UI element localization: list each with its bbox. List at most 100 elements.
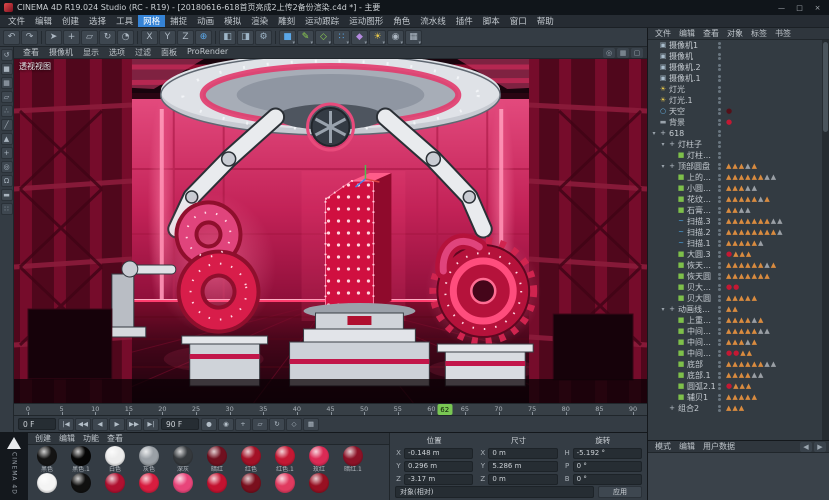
object-name[interactable]: 灯柱子 (677, 139, 716, 150)
expand-arrow-icon[interactable]: ▾ (659, 163, 667, 170)
visibility-dots[interactable] (718, 75, 724, 82)
object-row[interactable]: ~扫描.2▲▲▲▲▲▲▲▲▲ (648, 227, 821, 238)
object-row[interactable]: ■花纹中圆圈2.1▲▲▲▲▲▲▲ (648, 194, 821, 205)
material-tag-icon[interactable]: ● (726, 251, 732, 258)
visibility-dots[interactable] (718, 361, 724, 368)
material-item[interactable]: 暗红.1 (336, 446, 370, 473)
visibility-dots[interactable] (718, 229, 724, 236)
visibility-dots[interactable] (718, 306, 724, 313)
texture-tag-icon[interactable]: ▲ (745, 174, 750, 181)
move-tool-icon[interactable]: + (63, 30, 80, 45)
object-name[interactable]: 摄像机.2 (668, 62, 716, 73)
object-row[interactable]: ▣摄像机.2 (648, 62, 821, 73)
texture-tag-icon[interactable]: ▲ (732, 196, 737, 203)
visibility-dot-top[interactable] (718, 196, 721, 199)
object-row[interactable]: ■恢天圆▲▲▲▲▲▲▲ (648, 271, 821, 282)
rotation-h-field[interactable]: -5.192 ° (573, 448, 642, 459)
visibility-dot-bottom[interactable] (718, 90, 721, 93)
object-row[interactable]: ■中间升级圆圈▲▲▲▲▲▲▲ (648, 326, 821, 337)
object-menu-对象[interactable]: 对象 (723, 28, 747, 39)
texture-tag-icon[interactable]: ▲ (752, 295, 757, 302)
visibility-dot-bottom[interactable] (718, 244, 721, 247)
visibility-dot-top[interactable] (718, 383, 721, 386)
visibility-dot-top[interactable] (718, 174, 721, 177)
visibility-dot-top[interactable] (718, 306, 721, 309)
visibility-dot-bottom[interactable] (718, 134, 721, 137)
visibility-dot-bottom[interactable] (718, 354, 721, 357)
menu-文件[interactable]: 文件 (3, 15, 30, 27)
texture-tag-icon[interactable]: ▲ (764, 273, 769, 280)
material-menu-编辑[interactable]: 编辑 (55, 433, 79, 444)
menu-网格[interactable]: 网格 (138, 15, 165, 27)
texture-tag-icon[interactable]: ▲ (739, 317, 744, 324)
texture-tag-icon[interactable]: ▲ (732, 295, 737, 302)
texture-tag-icon[interactable]: ▲ (752, 196, 757, 203)
material-item[interactable]: 灰色 (132, 446, 166, 473)
texture-tag-icon[interactable]: ▲ (764, 218, 769, 225)
object-row[interactable]: ■恢天圆.1▲▲▲▲▲▲▲▲ (648, 260, 821, 271)
record-parameter-button[interactable]: ◇ (286, 418, 302, 431)
object-row[interactable]: ■辅贝1▲▲▲▲▲ (648, 392, 821, 403)
texture-tag-icon[interactable]: ▲ (746, 383, 751, 390)
texture-tag-icon[interactable]: ▲ (771, 361, 776, 368)
texture-tag-icon[interactable]: ▲ (726, 295, 731, 302)
visibility-dot-bottom[interactable] (718, 200, 721, 203)
texture-tag-icon[interactable]: ▲ (745, 163, 750, 170)
points-mode-icon[interactable]: ∴ (1, 105, 13, 117)
viewport-menu-显示[interactable]: 显示 (78, 47, 104, 58)
viewport-menu-摄像机[interactable]: 摄像机 (44, 47, 78, 58)
texture-tag-icon[interactable]: ▲ (752, 328, 757, 335)
object-name[interactable]: 底部 (686, 359, 716, 370)
visibility-dots[interactable] (718, 372, 724, 379)
texture-tag-icon[interactable]: ▲ (732, 317, 737, 324)
material-tag-icon[interactable]: ● (726, 108, 732, 115)
visibility-dot-top[interactable] (718, 218, 721, 221)
texture-tag-icon[interactable]: ▲ (726, 185, 731, 192)
visibility-dot-bottom[interactable] (718, 222, 721, 225)
material-item[interactable] (166, 473, 200, 500)
vp-grid-toggle-icon[interactable]: ▦ (617, 48, 629, 58)
enable-axis-icon[interactable]: + (1, 147, 13, 159)
object-name[interactable]: 扫描.3 (686, 216, 716, 227)
texture-tag-icon[interactable]: ▲ (764, 361, 769, 368)
visibility-dots[interactable] (718, 97, 724, 104)
texture-tag-icon[interactable]: ▲ (732, 361, 737, 368)
texture-tag-icon[interactable]: ▲ (758, 229, 763, 236)
visibility-dot-top[interactable] (718, 317, 721, 320)
texture-tag-icon[interactable]: ▲ (739, 361, 744, 368)
object-name[interactable]: 底部.1 (686, 370, 716, 381)
expand-arrow-icon[interactable]: ▾ (659, 306, 667, 313)
texture-tag-icon[interactable]: ▲ (758, 372, 763, 379)
object-manager-scrollbar[interactable] (822, 40, 829, 440)
texture-tag-icon[interactable]: ▲ (732, 229, 737, 236)
texture-tag-icon[interactable]: ▲ (752, 361, 757, 368)
texture-tag-icon[interactable]: ▲ (745, 240, 750, 247)
texture-tag-icon[interactable]: ▲ (739, 295, 744, 302)
texture-tag-icon[interactable]: ▲ (726, 394, 731, 401)
texture-tag-icon[interactable]: ▲ (732, 328, 737, 335)
visibility-dots[interactable] (718, 130, 724, 137)
texture-tag-icon[interactable]: ▲ (732, 207, 737, 214)
visibility-dot-bottom[interactable] (718, 211, 721, 214)
visibility-dot-bottom[interactable] (718, 68, 721, 71)
visibility-dot-top[interactable] (718, 361, 721, 364)
texture-tag-icon[interactable]: ▲ (752, 218, 757, 225)
object-name[interactable]: 辅贝1 (686, 392, 716, 403)
visibility-dot-top[interactable] (718, 339, 721, 342)
texture-tag-icon[interactable]: ▲ (739, 328, 744, 335)
vp-render-toggle-icon[interactable]: ◎ (603, 48, 615, 58)
object-row[interactable]: ■石膏中圆圈1▲▲▲▲ (648, 205, 821, 216)
material-item[interactable]: 红色 (234, 446, 268, 473)
menu-插件[interactable]: 插件 (451, 15, 478, 27)
visibility-dots[interactable] (718, 218, 724, 225)
visibility-dot-top[interactable] (718, 141, 721, 144)
visibility-dots[interactable] (718, 394, 724, 401)
menu-选择[interactable]: 选择 (84, 15, 111, 27)
material-menu-功能[interactable]: 功能 (79, 433, 103, 444)
object-name[interactable]: 摄像机.1 (668, 73, 716, 84)
visibility-dot-bottom[interactable] (718, 112, 721, 115)
next-frame-button[interactable]: ▶▶ (126, 418, 142, 431)
visibility-dot-bottom[interactable] (718, 178, 721, 181)
model-mode-icon[interactable]: ■ (1, 63, 13, 75)
visibility-dot-top[interactable] (718, 207, 721, 210)
